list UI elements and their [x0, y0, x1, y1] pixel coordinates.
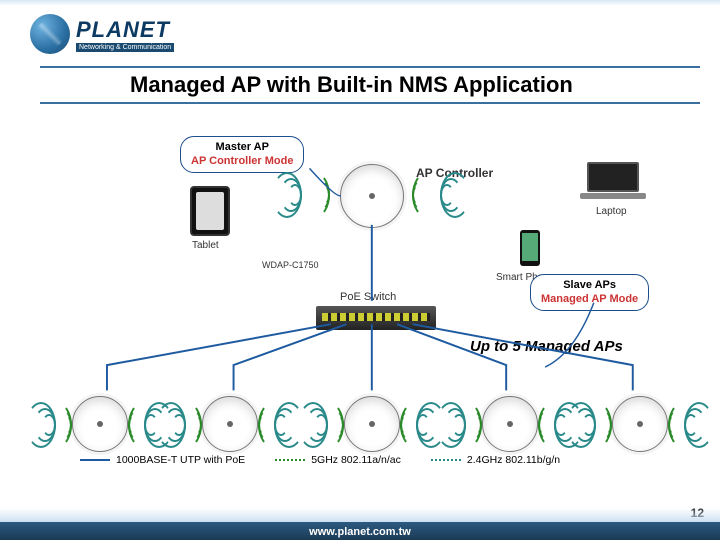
managed-ap-1 [72, 396, 128, 452]
phone-device [520, 230, 540, 266]
top-border [0, 0, 720, 6]
radio-waves-icon [412, 172, 442, 218]
managed-ap-5 [612, 396, 668, 452]
laptop-device [580, 162, 646, 202]
managed-ap-4 [482, 396, 538, 452]
poe-switch-label: PoE Switch [340, 291, 396, 303]
model-label: WDAP-C1750 [262, 260, 319, 270]
legend-cable-text: 1000BASE-T UTP with PoE [116, 454, 245, 466]
managed-ap-3 [344, 396, 400, 452]
legend-5ghz: 5GHz 802.11a/n/ac [275, 454, 401, 466]
slave-ap-label: Slave APs Managed AP Mode [530, 274, 649, 311]
line-icon [80, 459, 110, 461]
laptop-label: Laptop [596, 206, 627, 217]
legend-cable: 1000BASE-T UTP with PoE [80, 454, 245, 466]
master-line1: Master AP [191, 140, 293, 154]
brand-logo: PLANET Networking & Communication [30, 14, 174, 54]
legend-24ghz-text: 2.4GHz 802.11b/g/n [467, 454, 560, 466]
poe-switch-device [316, 306, 436, 330]
title-bar: Managed AP with Built-in NMS Application [40, 66, 700, 104]
master-line2: AP Controller Mode [191, 154, 293, 168]
ap-controller-device [340, 164, 404, 228]
brand-name: PLANET [76, 17, 174, 43]
legend: 1000BASE-T UTP with PoE 5GHz 802.11a/n/a… [80, 454, 670, 466]
line-icon [275, 459, 305, 461]
legend-24ghz: 2.4GHz 802.11b/g/n [431, 454, 560, 466]
managed-ap-2 [202, 396, 258, 452]
page-title: Managed AP with Built-in NMS Application [130, 72, 700, 98]
radio-waves-icon [684, 402, 714, 448]
radio-waves-icon [566, 402, 596, 448]
radio-waves-icon [436, 402, 466, 448]
radio-waves-icon [26, 402, 56, 448]
tablet-device [190, 186, 230, 236]
master-ap-label: Master AP AP Controller Mode [180, 136, 304, 173]
brand-tagline: Networking & Communication [76, 43, 174, 52]
radio-waves-icon [298, 402, 328, 448]
radio-waves-icon [156, 402, 186, 448]
network-diagram: Master AP AP Controller Mode AP Controll… [40, 110, 690, 480]
radio-waves-icon [272, 172, 302, 218]
radio-waves-icon [440, 172, 470, 218]
radio-waves-icon [300, 172, 330, 218]
slave-line1: Slave APs [541, 278, 638, 292]
tablet-label: Tablet [192, 240, 219, 251]
legend-5ghz-text: 5GHz 802.11a/n/ac [311, 454, 401, 466]
line-icon [431, 459, 461, 461]
slave-line2: Managed AP Mode [541, 292, 638, 306]
footer-url: www.planet.com.tw [0, 526, 720, 538]
caption-text: Up to 5 Managed APs [470, 338, 623, 355]
globe-icon [30, 14, 70, 54]
